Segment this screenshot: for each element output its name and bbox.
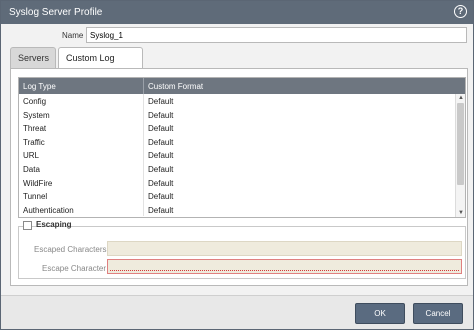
cell-separator	[143, 161, 144, 176]
escaping-checkbox[interactable]	[23, 221, 32, 230]
cell-log-type: Tunnel	[23, 192, 48, 202]
scroll-up-arrow-icon[interactable]: ▲	[457, 94, 465, 102]
cell-log-type: URL	[23, 151, 40, 161]
cell-separator	[143, 175, 144, 190]
scroll-down-arrow-icon[interactable]: ▼	[457, 209, 465, 217]
table-row[interactable]: Authentication Default	[19, 202, 455, 217]
grid-rows: Config Default System Default Threat Defaul…	[19, 94, 455, 217]
table-row[interactable]: Data Default	[19, 161, 455, 176]
cell-custom-format: Default	[148, 124, 174, 134]
cell-custom-format: Default	[148, 110, 174, 120]
column-header-custom-format[interactable]: Custom Format	[148, 82, 203, 91]
cell-log-type: Authentication	[23, 205, 74, 215]
cancel-button[interactable]: Cancel	[413, 303, 463, 324]
table-row[interactable]: Threat Default	[19, 121, 455, 135]
column-separator	[143, 78, 144, 94]
tab-servers[interactable]: Servers	[10, 47, 56, 68]
name-input[interactable]	[86, 27, 467, 43]
escape-character-label: Escape Character	[42, 264, 107, 273]
escaping-label: Escaping	[36, 220, 72, 229]
custom-log-format-panel: Log Type Custom Format Config Default Sys…	[10, 68, 468, 286]
escaped-characters-input[interactable]	[107, 241, 462, 256]
tab-custom-log-format[interactable]: Custom Log Format	[58, 47, 143, 83]
cell-log-type: Config	[23, 97, 47, 106]
grid-header: Log Type Custom Format	[19, 78, 465, 94]
dialog-footer: OK Cancel	[1, 295, 473, 329]
table-row[interactable]: System Default	[19, 107, 455, 122]
cell-log-type: Data	[23, 164, 40, 174]
ok-button[interactable]: OK	[355, 303, 405, 324]
title-bar: Syslog Server Profile ?	[1, 1, 473, 24]
escaped-characters-label: Escaped Characters	[34, 245, 107, 254]
cell-custom-format: Default	[148, 205, 174, 215]
escape-character-input[interactable]	[107, 259, 462, 274]
cell-custom-format: Default	[148, 164, 174, 174]
cell-separator	[143, 189, 144, 203]
column-header-log-type[interactable]: Log Type	[23, 82, 56, 91]
table-row[interactable]: Traffic Default	[19, 134, 455, 149]
table-row[interactable]: Tunnel Default	[19, 189, 455, 203]
escaping-section: Escaping Escaped Characters Escape Chara…	[18, 220, 466, 279]
cell-custom-format: Default	[148, 137, 174, 147]
cell-custom-format: Default	[148, 192, 174, 202]
table-row[interactable]: Config Default	[19, 94, 455, 108]
cell-separator	[143, 107, 144, 122]
name-label: Name	[62, 31, 84, 40]
cell-separator	[143, 202, 144, 217]
grid-scrollbar[interactable]: ▲ ▼	[455, 94, 465, 217]
cell-log-type: Traffic	[23, 137, 45, 147]
cell-log-type: WildFire	[23, 178, 53, 188]
cell-log-type: System	[23, 110, 50, 120]
cell-separator	[143, 121, 144, 135]
cell-log-type: Threat	[23, 124, 47, 134]
syslog-server-profile-dialog: Syslog Server Profile ? Name Servers Cus…	[0, 0, 474, 330]
cell-separator	[143, 148, 144, 162]
cell-custom-format: Default	[148, 97, 174, 106]
cell-custom-format: Default	[148, 178, 174, 188]
scrollbar-thumb[interactable]	[457, 103, 464, 185]
table-row[interactable]: WildFire Default	[19, 175, 455, 190]
cell-separator	[143, 94, 144, 108]
dialog-title: Syslog Server Profile	[9, 7, 103, 18]
log-type-grid: Log Type Custom Format Config Default Sys…	[18, 77, 466, 218]
cell-separator	[143, 134, 144, 149]
cell-custom-format: Default	[148, 151, 174, 161]
help-icon[interactable]: ?	[454, 5, 467, 18]
table-row[interactable]: URL Default	[19, 148, 455, 162]
